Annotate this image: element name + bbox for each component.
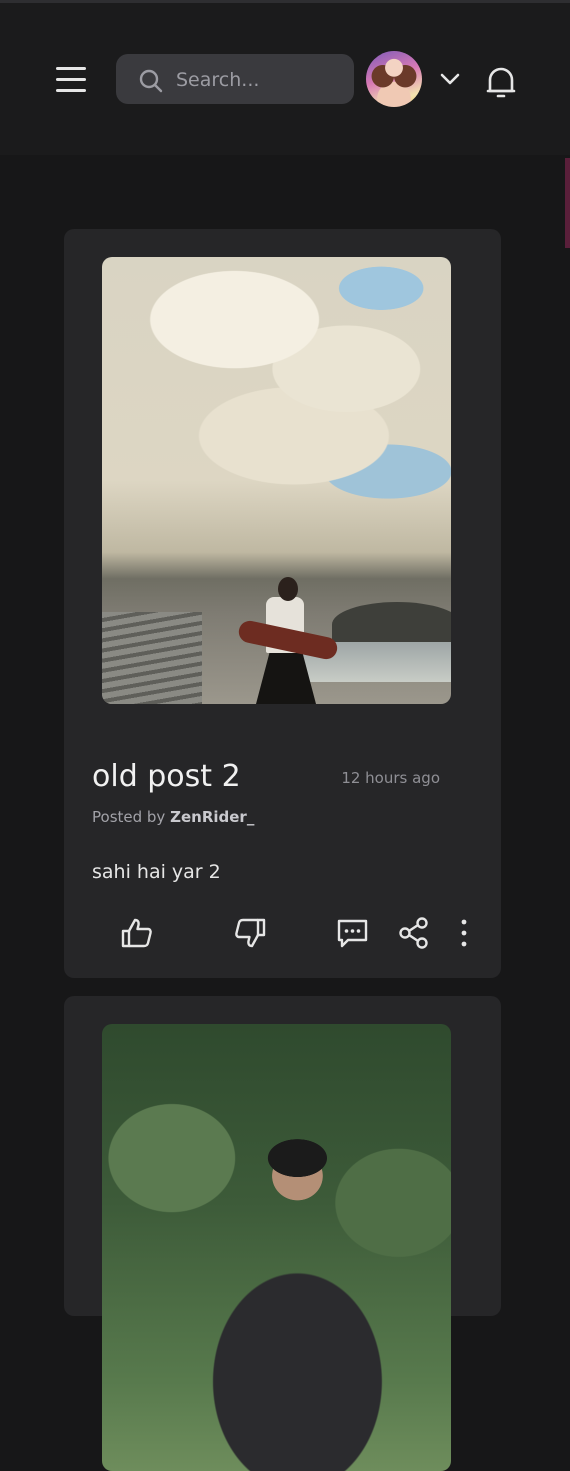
person-figure xyxy=(236,577,340,704)
thumbs-up-icon[interactable] xyxy=(120,916,154,950)
post-card[interactable]: old post 2 12 hours ago Posted by ZenRid… xyxy=(64,229,501,978)
hamburger-icon xyxy=(56,67,86,70)
user-avatar[interactable] xyxy=(366,51,422,107)
post-author[interactable]: ZenRider_ xyxy=(170,808,254,826)
share-icon[interactable] xyxy=(398,916,430,950)
post-body: sahi hai yar 2 xyxy=(92,861,221,883)
post-author-line: Posted by ZenRider_ xyxy=(92,808,254,826)
post-image[interactable] xyxy=(102,257,451,704)
post-timestamp: 12 hours ago xyxy=(341,769,440,787)
search-icon xyxy=(139,69,163,93)
post-image[interactable] xyxy=(102,1024,451,1471)
comment-icon[interactable] xyxy=(336,916,370,950)
bell-icon[interactable] xyxy=(485,65,517,99)
posted-by-label: Posted by xyxy=(92,808,166,826)
chevron-down-icon[interactable] xyxy=(440,72,460,86)
post-card[interactable] xyxy=(64,996,501,1471)
more-vertical-icon[interactable] xyxy=(456,916,472,950)
post-title[interactable]: old post 2 xyxy=(92,759,241,794)
menu-button[interactable] xyxy=(56,67,86,93)
thumbs-down-icon[interactable] xyxy=(233,916,267,950)
scroll-indicator xyxy=(565,158,570,248)
search-input[interactable] xyxy=(174,62,348,98)
top-bar xyxy=(0,3,570,155)
search-bar[interactable] xyxy=(116,54,354,104)
